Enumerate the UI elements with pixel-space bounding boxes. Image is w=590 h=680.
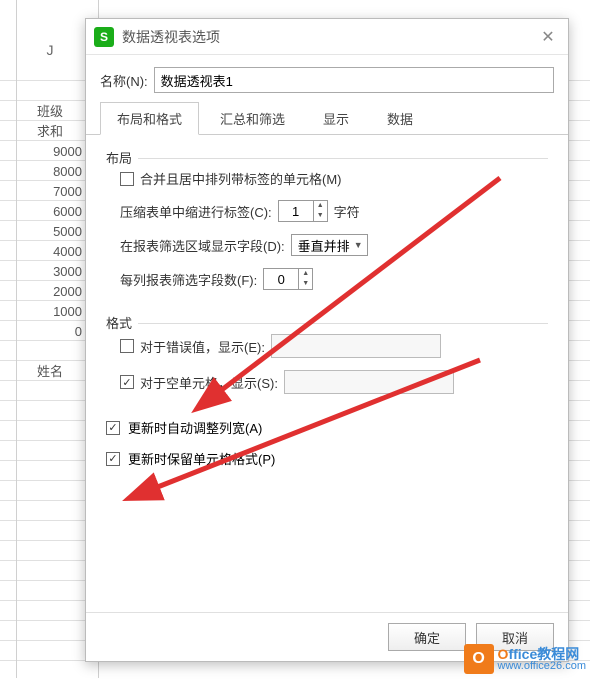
format-legend: 格式	[106, 310, 548, 324]
dialog-title: 数据透视表选项	[122, 27, 536, 47]
app-icon: S	[94, 27, 114, 47]
filter-area-value: 垂直并排	[298, 236, 350, 255]
name-row: 名称(N):	[86, 55, 568, 101]
spin-down-icon[interactable]: ▼	[314, 211, 327, 221]
preserve-checkbox[interactable]	[106, 452, 120, 466]
autofit-label: 更新时自动调整列宽(A)	[128, 418, 262, 437]
close-icon[interactable]: ✕	[536, 25, 560, 49]
tab-totals-filters[interactable]: 汇总和筛选	[203, 102, 302, 135]
indent-spinner[interactable]: ▲▼	[278, 200, 328, 222]
tabs: 布局和格式 汇总和筛选 显示 数据	[86, 101, 568, 135]
name-label: 名称(N):	[100, 71, 148, 90]
fields-per-col-label: 每列报表筛选字段数(F):	[120, 270, 257, 289]
ok-button[interactable]: 确定	[388, 623, 466, 651]
error-checkbox[interactable]	[120, 339, 134, 353]
spin-up-icon[interactable]: ▲	[299, 269, 312, 279]
spin-up-icon[interactable]: ▲	[314, 201, 327, 211]
error-input[interactable]	[271, 334, 441, 358]
watermark: O Office教程网 www.office26.com	[464, 644, 586, 674]
filter-area-dropdown[interactable]: 垂直并排 ▼	[291, 234, 368, 256]
filter-area-label: 在报表筛选区域显示字段(D):	[120, 236, 285, 255]
spin-down-icon[interactable]: ▼	[299, 279, 312, 289]
tab-content: 布局 合并且居中排列带标签的单元格(M) 压缩表单中缩进行标签(C): ▲▼ 字…	[86, 135, 568, 612]
tab-display[interactable]: 显示	[306, 102, 366, 135]
watermark-url: www.office26.com	[498, 661, 586, 672]
layout-legend: 布局	[106, 145, 548, 159]
indent-input[interactable]	[279, 201, 313, 221]
pivot-options-dialog: S 数据透视表选项 ✕ 名称(N): 布局和格式 汇总和筛选 显示 数据 布局 …	[85, 18, 569, 662]
layout-fieldset: 布局 合并且居中排列带标签的单元格(M) 压缩表单中缩进行标签(C): ▲▼ 字…	[106, 145, 548, 296]
empty-input[interactable]	[284, 370, 454, 394]
watermark-icon: O	[464, 644, 494, 674]
indent-unit: 字符	[334, 202, 360, 221]
titlebar: S 数据透视表选项 ✕	[86, 19, 568, 55]
empty-label: 对于空单元格，显示(S):	[140, 373, 278, 392]
watermark-brand: Office教程网	[498, 647, 586, 661]
fields-per-col-input[interactable]	[264, 269, 298, 289]
chevron-down-icon: ▼	[354, 240, 363, 250]
merge-label: 合并且居中排列带标签的单元格(M)	[140, 169, 342, 188]
tab-layout-format[interactable]: 布局和格式	[100, 102, 199, 135]
merge-checkbox[interactable]	[120, 172, 134, 186]
tab-data[interactable]: 数据	[370, 102, 430, 135]
indent-label: 压缩表单中缩进行标签(C):	[120, 202, 272, 221]
fields-per-col-spinner[interactable]: ▲▼	[263, 268, 313, 290]
name-input[interactable]	[154, 67, 554, 93]
error-label: 对于错误值，显示(E):	[140, 337, 265, 356]
autofit-checkbox[interactable]	[106, 421, 120, 435]
preserve-label: 更新时保留单元格格式(P)	[128, 449, 275, 468]
format-fieldset: 格式 对于错误值，显示(E): 对于空单元格，显示(S): 更新时自动调整列宽(…	[106, 310, 548, 474]
empty-checkbox[interactable]	[120, 375, 134, 389]
